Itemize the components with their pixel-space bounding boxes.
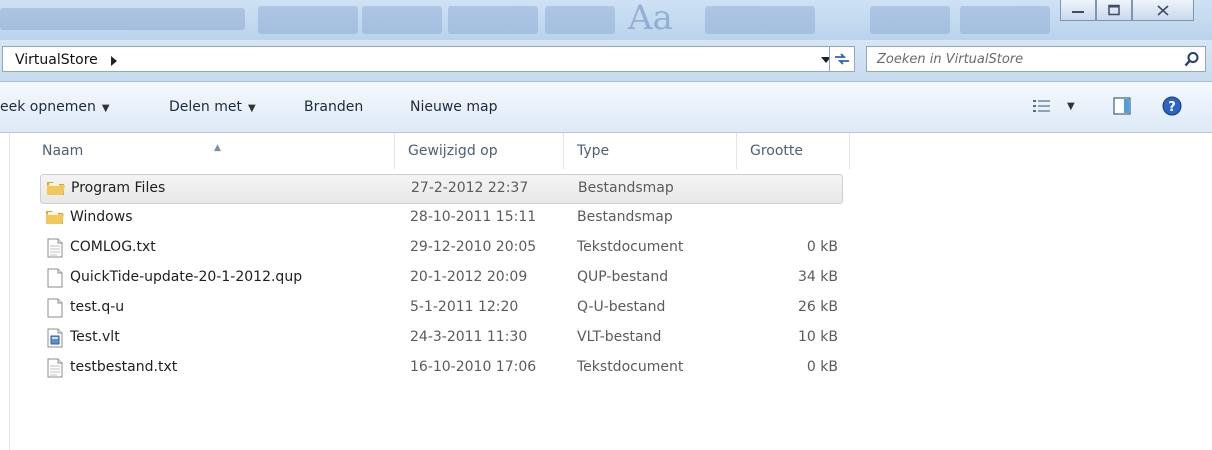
new-folder-label: Nieuwe map xyxy=(410,99,498,115)
column-header-type[interactable]: Type xyxy=(565,133,735,169)
burn-label: Branden xyxy=(304,99,364,115)
file-name: Test.vlt xyxy=(70,329,120,345)
file-size: 0 kB xyxy=(806,359,838,375)
chevron-right-icon[interactable] xyxy=(110,56,118,66)
file-date: 5-1-2011 12:20 xyxy=(410,299,519,315)
blurred-background xyxy=(705,6,815,34)
preview-pane-icon[interactable] xyxy=(1113,97,1131,115)
file-name: test.q-u xyxy=(70,299,125,315)
file-row-test-q-u[interactable]: test.q-u 5-1-2011 12:20 Q-U-bestand 26 k… xyxy=(40,294,843,324)
file-size: 0 kB xyxy=(806,239,838,255)
column-header-date[interactable]: Gewijzigd op xyxy=(396,133,562,169)
file-name: QuickTide-update-20-1-2012.qup xyxy=(70,269,303,285)
column-divider[interactable] xyxy=(394,133,395,169)
column-header-date-label: Gewijzigd op xyxy=(408,143,498,159)
folder-icon xyxy=(47,182,65,195)
svg-text:?: ? xyxy=(1168,100,1176,115)
chevron-down-icon[interactable]: ▼ xyxy=(1067,101,1075,112)
file-row-testbestand[interactable]: testbestand.txt 16-10-2010 17:06 Tekstdo… xyxy=(40,354,843,384)
file-date: 27-2-2012 22:37 xyxy=(411,180,529,196)
search-box[interactable]: Zoeken in VirtualStore xyxy=(866,46,1206,72)
burn-button[interactable]: Branden xyxy=(304,99,363,115)
address-bar[interactable]: VirtualStore xyxy=(2,46,853,72)
file-row-comlog[interactable]: COMLOG.txt 29-12-2010 20:05 Tekstdocumen… xyxy=(40,234,843,264)
file-row-program-files[interactable]: Program Files 27-2-2012 22:37 Bestandsma… xyxy=(40,174,843,204)
command-bar: eek opnemen ▼ Delen met ▼ Branden Nieuwe m… xyxy=(0,82,1212,133)
file-row-windows[interactable]: Windows 28-10-2011 15:11 Bestandsmap xyxy=(40,204,843,234)
file-type: Bestandsmap xyxy=(578,180,674,196)
file-type: Q-U-bestand xyxy=(577,299,666,315)
breadcrumb-virtualstore[interactable]: VirtualStore xyxy=(15,52,98,68)
vlt-file-icon xyxy=(47,328,63,348)
text-file-icon xyxy=(47,238,63,258)
include-in-library-button[interactable]: eek opnemen ▼ xyxy=(0,99,110,115)
minimize-button[interactable] xyxy=(1060,0,1096,21)
help-icon[interactable]: ? xyxy=(1162,96,1182,116)
file-type: Tekstdocument xyxy=(577,359,684,375)
file-row-quicktide[interactable]: QuickTide-update-20-1-2012.qup 20-1-2012… xyxy=(40,264,843,294)
blank-file-icon xyxy=(47,298,63,318)
new-folder-button[interactable]: Nieuwe map xyxy=(410,99,497,115)
column-header-type-label: Type xyxy=(577,143,610,159)
file-name: testbestand.txt xyxy=(70,359,178,375)
blurred-background xyxy=(448,6,538,34)
blurred-background: Aa xyxy=(628,0,673,38)
column-header-row: Naam ▲ Gewijzigd op Type Grootte xyxy=(30,133,850,169)
file-date: 28-10-2011 15:11 xyxy=(410,209,537,225)
file-date: 16-10-2010 17:06 xyxy=(410,359,537,375)
file-date: 24-3-2011 11:30 xyxy=(410,329,528,345)
minimize-icon xyxy=(1072,11,1084,13)
file-date: 20-1-2012 20:09 xyxy=(410,269,528,285)
refresh-button[interactable] xyxy=(829,46,855,72)
close-button[interactable] xyxy=(1132,0,1194,21)
file-type: QUP-bestand xyxy=(577,269,669,285)
file-name: Windows xyxy=(70,209,133,225)
blurred-background xyxy=(545,6,615,34)
search-icon[interactable] xyxy=(1184,51,1200,67)
folder-icon xyxy=(46,211,64,224)
blurred-background xyxy=(258,6,358,34)
sort-ascending-icon: ▲ xyxy=(214,143,221,153)
maximize-icon xyxy=(1108,4,1120,16)
file-type: Tekstdocument xyxy=(577,239,684,255)
column-divider[interactable] xyxy=(563,133,564,169)
column-header-name[interactable]: Naam ▲ xyxy=(30,133,392,169)
close-icon xyxy=(1157,5,1169,16)
file-size: 34 kB xyxy=(798,269,838,285)
column-divider[interactable] xyxy=(736,133,737,169)
refresh-icon xyxy=(835,53,849,65)
column-header-name-label: Naam xyxy=(42,143,84,159)
share-with-button[interactable]: Delen met ▼ xyxy=(169,99,256,115)
share-with-label: Delen met xyxy=(169,99,242,115)
file-name: Program Files xyxy=(71,180,166,196)
text-file-icon xyxy=(47,358,63,378)
column-divider[interactable] xyxy=(849,133,850,169)
title-bar: Aa xyxy=(0,0,1212,40)
pane-divider xyxy=(9,133,10,450)
file-name: COMLOG.txt xyxy=(70,239,156,255)
file-size: 26 kB xyxy=(798,299,838,315)
view-options-icon[interactable] xyxy=(1032,99,1052,113)
file-type: Bestandsmap xyxy=(577,209,673,225)
blurred-background xyxy=(0,8,245,30)
search-input[interactable]: Zoeken in VirtualStore xyxy=(877,52,1023,67)
file-size: 10 kB xyxy=(798,329,838,345)
address-row: VirtualStore Zoeken in VirtualStore xyxy=(0,40,1212,82)
blurred-background xyxy=(362,6,442,34)
column-header-size-label: Grootte xyxy=(750,143,804,159)
include-in-library-label: eek opnemen xyxy=(0,99,96,115)
file-list-pane: Naam ▲ Gewijzigd op Type Grootte Program… xyxy=(0,133,1212,450)
blurred-background xyxy=(960,6,1050,34)
column-header-size[interactable]: Grootte xyxy=(738,133,848,169)
blank-file-icon xyxy=(47,268,63,288)
file-date: 29-12-2010 20:05 xyxy=(410,239,537,255)
file-row-test-vlt[interactable]: Test.vlt 24-3-2011 11:30 VLT-bestand 10 … xyxy=(40,324,843,354)
file-type: VLT-bestand xyxy=(577,329,662,345)
chevron-down-icon: ▼ xyxy=(101,103,110,114)
maximize-button[interactable] xyxy=(1096,0,1132,21)
blurred-background xyxy=(870,6,950,34)
chevron-down-icon: ▼ xyxy=(247,103,256,114)
